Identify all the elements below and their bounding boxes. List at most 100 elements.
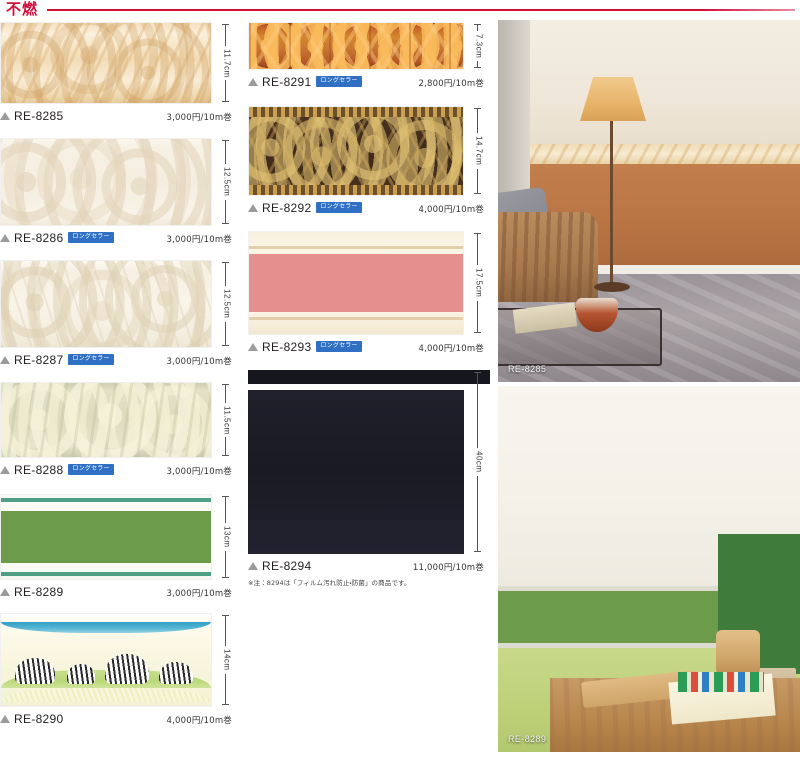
product-code: RE-8288 [14, 462, 64, 477]
room-photo-re-8289[interactable]: RE-8289 [498, 386, 800, 752]
product-price: 2,800円/10m巻 [418, 79, 484, 89]
swatch-re-8288[interactable] [0, 382, 212, 458]
product-caption: RE-8289 3,000円/10m巻 [0, 583, 232, 600]
product-price: 3,000円/10m巻 [166, 467, 232, 477]
product-caption: RE-8288 ロングセラー 3,000円/10m巻 [0, 461, 232, 478]
product-note: ※注：8294は「フィルム汚れ防止・防菌」の商品です。 [248, 579, 411, 587]
installed-border-strip [498, 144, 800, 164]
triangle-icon [0, 465, 10, 474]
product-item-re-8294[interactable]: 40cm RE-8294 11,000円/10m巻 ※注：8294は「フィルム汚… [248, 370, 490, 587]
product-price: 4,000円/10m巻 [418, 205, 484, 215]
wall-corner-column [498, 20, 530, 200]
triangle-icon [0, 587, 10, 596]
product-code: RE-8287 [14, 352, 64, 367]
triangle-icon [0, 111, 10, 120]
rose-pattern [249, 254, 463, 312]
product-price: 3,000円/10m巻 [166, 235, 232, 245]
product-item-re-8288[interactable]: 11.5cm RE-8288 ロングセラー 3,000円/10m巻 [0, 382, 240, 478]
swatch-re-8292[interactable] [248, 106, 464, 196]
sand-band [1, 688, 211, 702]
zebra-figure [67, 664, 95, 684]
product-item-re-8289[interactable]: 13cm RE-8289 3,000円/10m巻 [0, 494, 240, 600]
room-photo-re-8285[interactable]: RE-8285 [498, 20, 800, 382]
dimension-label: 12.5cm [222, 286, 232, 322]
dimension-ruler: 11.7cm [214, 22, 240, 104]
swatch-re-8293[interactable] [248, 231, 464, 335]
swatch-wrap: 12.5cm [0, 138, 240, 226]
swatch-re-8285[interactable] [0, 22, 212, 104]
product-code: RE-8290 [14, 711, 64, 726]
room-photo-label: RE-8285 [508, 364, 547, 374]
dimension-ruler: 17.5cm [466, 231, 492, 335]
product-item-re-8293[interactable]: 17.5cm RE-8293 ロングセラー 4,000円/10m巻 [248, 231, 490, 355]
swatch-wrap: 11.5cm [0, 382, 240, 458]
triangle-icon [248, 203, 258, 212]
product-item-re-8286[interactable]: 12.5cm RE-8286 ロングセラー 3,000円/10m巻 [0, 138, 240, 246]
swatch-wrap: 13cm [0, 494, 240, 580]
dimension-label: 40cm [474, 448, 484, 476]
swatch-re-8291[interactable] [248, 22, 464, 70]
page-header: 不燃 [0, 0, 800, 20]
swatch-re-8294-edge-strip[interactable] [248, 370, 490, 384]
dimension-ruler: 40cm [466, 370, 492, 554]
long-seller-badge: ロングセラー [316, 202, 362, 213]
zebra-figure [159, 662, 193, 684]
swatch-wrap: 14cm [0, 613, 240, 707]
ivy-pattern [1, 511, 211, 563]
dimension-ruler: 14cm [214, 613, 240, 707]
product-caption: RE-8285 3,000円/10m巻 [0, 107, 232, 124]
header-divider-rule [47, 9, 795, 11]
long-seller-badge: ロングセラー [316, 341, 362, 352]
product-code: RE-8285 [14, 108, 64, 123]
product-caption: RE-8294 11,000円/10m巻 [248, 557, 484, 574]
product-caption: RE-8290 4,000円/10m巻 [0, 710, 232, 727]
dimension-label: 14.7cm [474, 133, 484, 169]
swatch-re-8289[interactable] [0, 494, 212, 580]
dimension-ruler: 14.7cm [466, 106, 492, 196]
product-item-re-8292[interactable]: 14.7cm RE-8292 ロングセラー 4,000円/10m巻 [248, 106, 490, 216]
product-caption: RE-8287 ロングセラー 3,000円/10m巻 [0, 351, 232, 368]
triangle-icon [0, 233, 10, 242]
product-item-re-8287[interactable]: 12.5cm RE-8287 ロングセラー 3,000円/10m巻 [0, 260, 240, 368]
dimension-ruler: 12.5cm [214, 260, 240, 348]
fire-resistance-label: 不燃 [6, 0, 39, 18]
dimension-label: 17.5cm [474, 265, 484, 301]
product-price: 4,000円/10m巻 [418, 344, 484, 354]
product-column-middle: 7.3cm RE-8291 ロングセラー 2,800円/10m巻 14.7cm [248, 22, 490, 587]
catalog-page: 不燃 11.7cm RE-8285 3,000円/10m巻 12.5cm RE-… [0, 0, 800, 766]
zebra-figure [15, 658, 55, 684]
product-item-re-8285[interactable]: 11.7cm RE-8285 3,000円/10m巻 [0, 22, 240, 124]
product-item-re-8291[interactable]: 7.3cm RE-8291 ロングセラー 2,800円/10m巻 [248, 22, 490, 90]
triangle-icon [248, 77, 258, 86]
swatch-wrap: 7.3cm [248, 22, 490, 70]
floor-lamp-base [594, 282, 630, 292]
floor-lamp-pole [610, 120, 613, 290]
sky-band [1, 622, 211, 633]
long-seller-badge: ロングセラー [68, 354, 114, 365]
room-photo-column: RE-8285 RE-8289 [498, 20, 800, 752]
swatch-re-8290[interactable] [0, 613, 212, 707]
upper-wall [498, 20, 800, 144]
colored-blocks [678, 672, 764, 692]
product-code: RE-8291 [262, 74, 312, 89]
dimension-label: 11.7cm [222, 45, 232, 81]
long-seller-badge: ロングセラー [316, 76, 362, 87]
product-code: RE-8286 [14, 230, 64, 245]
swatch-re-8294[interactable] [248, 390, 464, 554]
dimension-label: 14cm [222, 646, 232, 674]
product-column-left: 11.7cm RE-8285 3,000円/10m巻 12.5cm RE-828… [0, 22, 240, 727]
triangle-icon [0, 714, 10, 723]
swatch-wrap: 40cm [248, 370, 490, 554]
dimension-label: 7.3cm [474, 30, 484, 62]
dimension-ruler: 7.3cm [466, 22, 492, 70]
swatch-wrap: 14.7cm [248, 106, 490, 196]
triangle-icon [248, 561, 258, 570]
product-code: RE-8289 [14, 584, 64, 599]
dimension-label: 12.5cm [222, 164, 232, 200]
product-code: RE-8293 [262, 339, 312, 354]
product-item-re-8290[interactable]: 14cm RE-8290 4,000円/10m巻 [0, 613, 240, 727]
swatch-re-8286[interactable] [0, 138, 212, 226]
swatch-re-8287[interactable] [0, 260, 212, 348]
dimension-ruler: 11.5cm [214, 382, 240, 458]
dimension-label: 11.5cm [222, 402, 232, 438]
